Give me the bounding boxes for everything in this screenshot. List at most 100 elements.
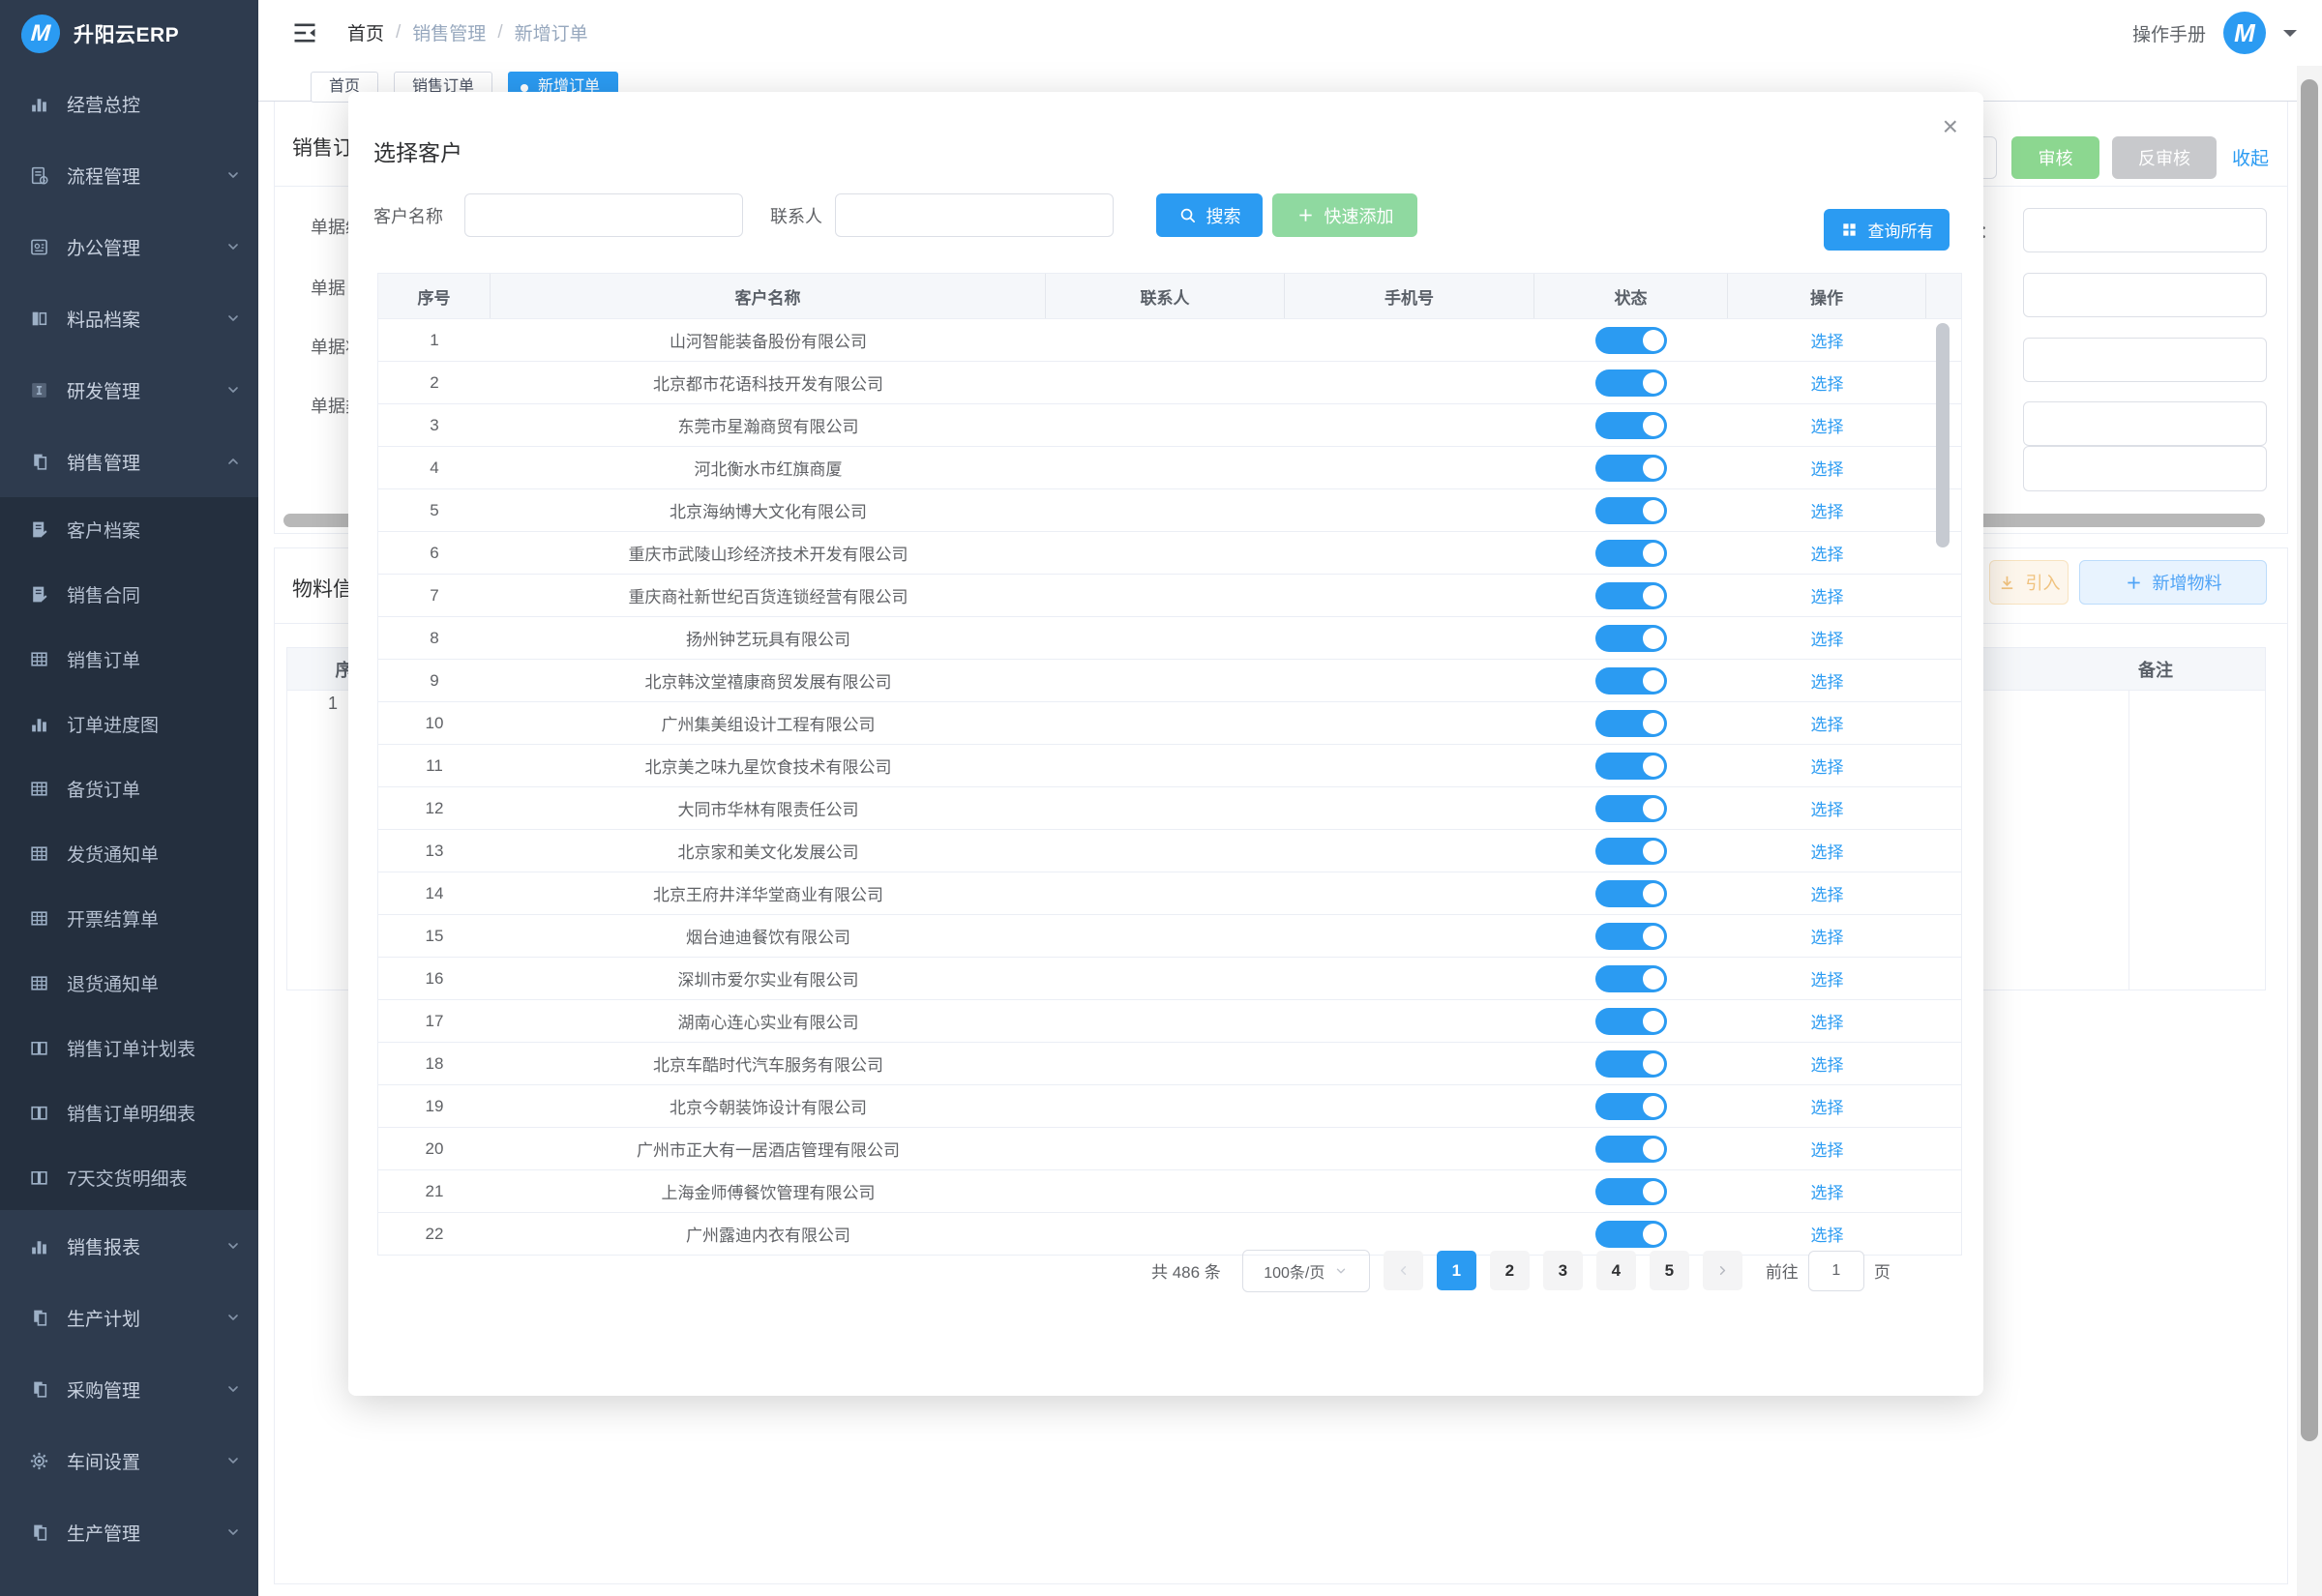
select-row-link[interactable]: 选择 — [1811, 924, 1844, 948]
select-row-link[interactable]: 选择 — [1811, 413, 1844, 437]
status-toggle[interactable] — [1595, 1008, 1667, 1035]
close-icon[interactable]: × — [1943, 113, 1958, 140]
sidebar-item[interactable]: 销售订单明细表 — [0, 1080, 258, 1145]
page-number-button[interactable]: 4 — [1596, 1251, 1636, 1290]
status-toggle[interactable] — [1595, 1050, 1667, 1078]
manual-link[interactable]: 操作手册 — [2132, 20, 2206, 46]
right-field-3[interactable] — [2023, 338, 2267, 382]
page-number-button[interactable]: 1 — [1437, 1251, 1476, 1290]
status-toggle[interactable] — [1595, 1178, 1667, 1205]
audit-button[interactable]: 审核 — [2011, 136, 2099, 179]
status-toggle[interactable] — [1595, 795, 1667, 822]
page-scrollbar[interactable] — [2297, 66, 2322, 1596]
select-row-link[interactable]: 选择 — [1811, 966, 1844, 990]
next-page-button[interactable] — [1703, 1251, 1742, 1290]
status-toggle[interactable] — [1595, 369, 1667, 397]
page-number-button[interactable]: 2 — [1490, 1251, 1530, 1290]
sidebar-item[interactable]: 订单进度图 — [0, 692, 258, 756]
sidebar-item[interactable]: 经营总控 — [0, 68, 258, 139]
add-material-button[interactable]: 新增物料 — [2079, 560, 2267, 605]
sidebar-item[interactable]: 备货订单 — [0, 756, 258, 821]
right-field-1[interactable] — [2023, 208, 2267, 252]
sidebar-item[interactable]: 生产管理 — [0, 1496, 258, 1568]
prev-page-button[interactable] — [1384, 1251, 1423, 1290]
select-row-link[interactable]: 选择 — [1811, 626, 1844, 650]
status-toggle[interactable] — [1595, 880, 1667, 907]
sidebar-item[interactable]: 发货通知单 — [0, 821, 258, 886]
status-toggle[interactable] — [1595, 455, 1667, 482]
sidebar-item[interactable]: 销售管理 — [0, 426, 258, 497]
status-toggle[interactable] — [1595, 1093, 1667, 1120]
import-button[interactable]: 引入 — [1989, 560, 2069, 605]
right-field-2[interactable] — [2023, 273, 2267, 317]
query-all-button[interactable]: 查询所有 — [1824, 209, 1950, 251]
status-toggle[interactable] — [1595, 838, 1667, 865]
select-row-link[interactable]: 选择 — [1811, 583, 1844, 607]
page-scrollbar-thumb[interactable] — [2301, 79, 2318, 1441]
goto-page-input[interactable] — [1808, 1251, 1864, 1291]
select-row-link[interactable]: 选择 — [1811, 1051, 1844, 1076]
select-row-link[interactable]: 选择 — [1811, 456, 1844, 480]
select-row-link[interactable]: 选择 — [1811, 541, 1844, 565]
select-row-link[interactable]: 选择 — [1811, 370, 1844, 395]
avatar[interactable]: M — [2223, 12, 2266, 54]
caret-down-icon[interactable] — [2283, 30, 2297, 44]
right-field-4[interactable] — [2023, 401, 2267, 446]
status-toggle[interactable] — [1595, 710, 1667, 737]
status-toggle[interactable] — [1595, 497, 1667, 524]
select-row-link[interactable]: 选择 — [1811, 839, 1844, 863]
select-row-link[interactable]: 选择 — [1811, 1094, 1844, 1118]
sidebar-item[interactable]: 采购管理 — [0, 1353, 258, 1425]
remark-textarea[interactable] — [2023, 446, 2267, 491]
select-row-link[interactable]: 选择 — [1811, 796, 1844, 820]
page-number-button[interactable]: 5 — [1650, 1251, 1689, 1290]
sidebar-item[interactable]: 办公管理 — [0, 211, 258, 282]
sidebar-item[interactable]: 销售订单 — [0, 627, 258, 692]
select-row-link[interactable]: 选择 — [1811, 1179, 1844, 1203]
select-row-link[interactable]: 选择 — [1811, 668, 1844, 693]
sidebar-item[interactable]: 销售合同 — [0, 562, 258, 627]
sidebar-item[interactable]: 销售订单计划表 — [0, 1016, 258, 1080]
status-toggle[interactable] — [1595, 753, 1667, 780]
select-row-link[interactable]: 选择 — [1811, 1137, 1844, 1161]
select-row-link[interactable]: 选择 — [1811, 1222, 1844, 1246]
status-toggle[interactable] — [1595, 625, 1667, 652]
table-scrollbar-thumb[interactable] — [1936, 323, 1950, 547]
status-toggle[interactable] — [1595, 540, 1667, 567]
sidebar-collapse-icon[interactable] — [291, 19, 318, 46]
select-row-link[interactable]: 选择 — [1811, 498, 1844, 522]
breadcrumb-sales[interactable]: 销售管理 — [412, 19, 486, 45]
sidebar-item[interactable]: 退货通知单 — [0, 951, 258, 1016]
search-button[interactable]: 搜索 — [1156, 193, 1263, 237]
status-toggle[interactable] — [1595, 667, 1667, 695]
collapse-link[interactable]: 收起 — [2232, 144, 2269, 170]
status-toggle[interactable] — [1595, 1221, 1667, 1248]
select-row-link[interactable]: 选择 — [1811, 711, 1844, 735]
sidebar-item[interactable]: 开票结算单 — [0, 886, 258, 951]
sidebar-item[interactable]: 料品档案 — [0, 282, 258, 354]
page-size-select[interactable]: 100条/页 — [1242, 1250, 1370, 1292]
sidebar-item[interactable]: 车间设置 — [0, 1425, 258, 1496]
sidebar-item[interactable]: 客户档案 — [0, 497, 258, 562]
status-toggle[interactable] — [1595, 965, 1667, 992]
sidebar-item[interactable]: 研发管理 — [0, 354, 258, 426]
quick-add-button[interactable]: 快速添加 — [1272, 193, 1417, 237]
breadcrumb-home[interactable]: 首页 — [347, 19, 384, 45]
sidebar-item[interactable]: 流程管理 — [0, 139, 258, 211]
status-toggle[interactable] — [1595, 582, 1667, 609]
status-toggle[interactable] — [1595, 923, 1667, 950]
sidebar-item[interactable]: 7天交货明细表 — [0, 1145, 258, 1210]
status-toggle[interactable] — [1595, 412, 1667, 439]
select-row-link[interactable]: 选择 — [1811, 1009, 1844, 1033]
select-row-link[interactable]: 选择 — [1811, 328, 1844, 352]
contact-input[interactable] — [835, 193, 1114, 237]
sidebar-item[interactable]: 销售报表 — [0, 1210, 258, 1282]
sidebar-item[interactable]: 加工车间 — [0, 1568, 258, 1596]
customer-name-input[interactable] — [464, 193, 743, 237]
page-number-button[interactable]: 3 — [1543, 1251, 1583, 1290]
sidebar-item[interactable]: 生产计划 — [0, 1282, 258, 1353]
status-toggle[interactable] — [1595, 327, 1667, 354]
select-row-link[interactable]: 选择 — [1811, 754, 1844, 778]
unaudit-button[interactable]: 反审核 — [2112, 136, 2217, 179]
select-row-link[interactable]: 选择 — [1811, 881, 1844, 905]
